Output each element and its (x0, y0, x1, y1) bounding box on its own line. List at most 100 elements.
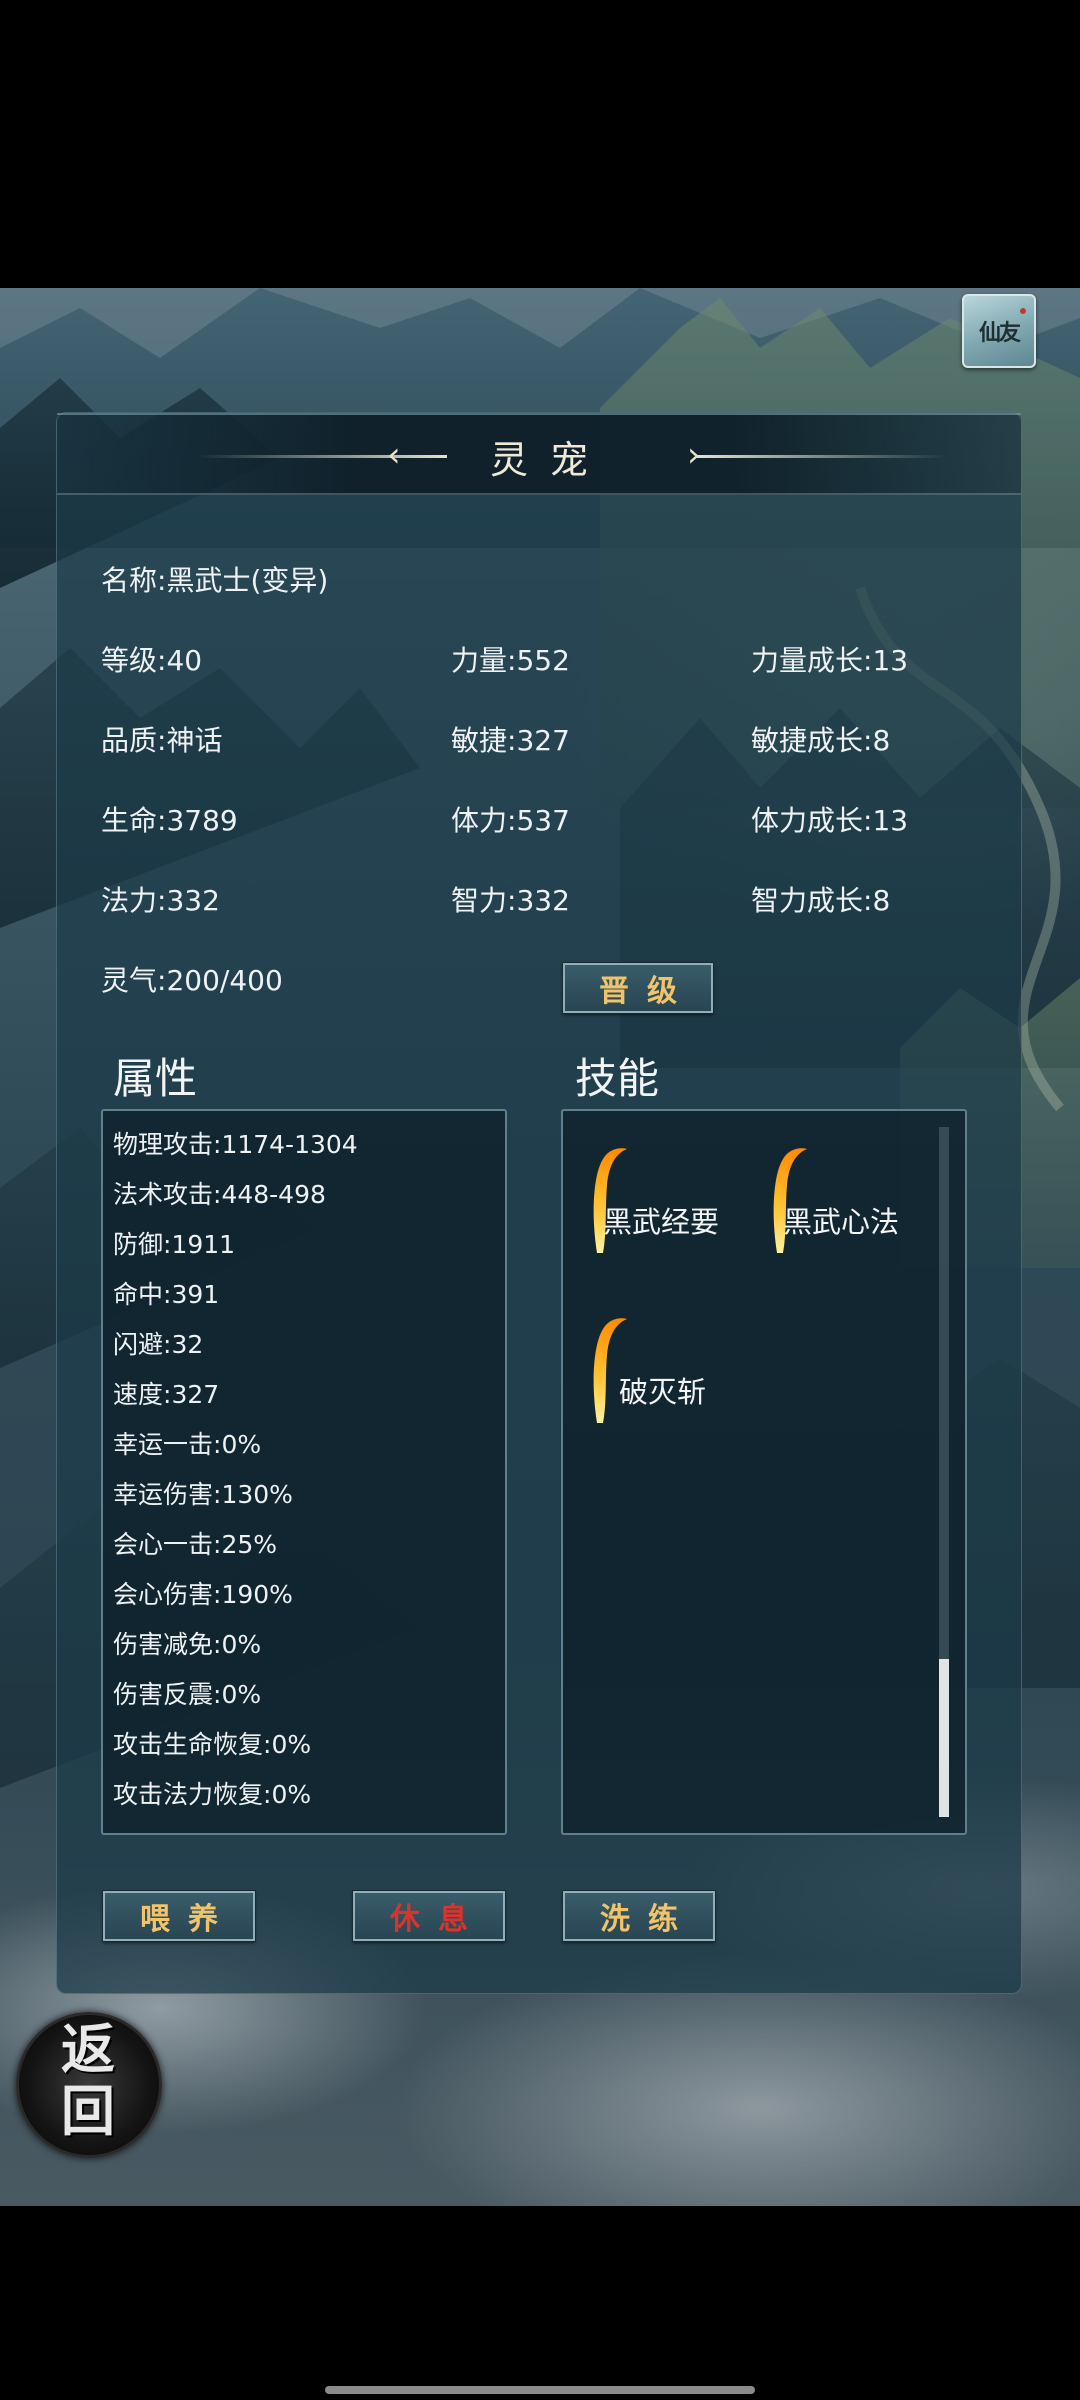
strength-growth-label: 力量成长: (751, 644, 873, 677)
attr-label: 会心一击: (113, 1530, 222, 1559)
stamina-label: 体力: (451, 804, 517, 837)
skill-item[interactable]: 破灭斩 (589, 1315, 759, 1425)
attr-label: 幸运一击: (113, 1430, 222, 1459)
attr-label: 幸运伤害: (113, 1480, 222, 1509)
attr-value: 32 (171, 1330, 204, 1359)
corner-avatar-icon[interactable]: 仙友 (962, 294, 1036, 368)
hp-value: 3789 (166, 804, 238, 837)
mp-label: 法力: (101, 884, 167, 917)
notification-dot (1020, 308, 1026, 314)
strength-value: 552 (516, 644, 570, 677)
skill-item[interactable]: 黑武心法 (769, 1145, 939, 1255)
attr-label: 物理攻击: (113, 1130, 222, 1159)
attr-value: 0% (221, 1630, 262, 1659)
attr-value: 25% (221, 1530, 278, 1559)
attr-label: 闪避: (113, 1330, 172, 1359)
stamina-growth-field: 体力成长:13 (751, 799, 908, 839)
attr-value: 130% (221, 1480, 293, 1509)
attr-value: 0% (221, 1430, 262, 1459)
aura-field: 灵气:200/400 (101, 959, 283, 999)
level-label: 等级: (101, 644, 167, 677)
agility-value: 327 (516, 724, 570, 757)
agility-growth-value: 8 (872, 724, 891, 757)
pet-name-value: 黑武士(变异) (166, 564, 329, 597)
skills-scrollbar-thumb[interactable] (939, 1659, 949, 1817)
attr-row: 命中:391 (113, 1275, 219, 1311)
hp-field: 生命:3789 (101, 799, 238, 839)
quality-field: 品质:神话 (101, 719, 222, 759)
attr-label: 法术攻击: (113, 1180, 222, 1209)
agility-growth-label: 敏捷成长: (751, 724, 873, 757)
attr-value: 0% (221, 1680, 262, 1709)
page-title: 灵宠 (489, 438, 610, 482)
attr-row: 伤害减免:0% (113, 1625, 261, 1661)
bottom-letterbox (0, 2206, 1080, 2400)
skills-list: 黑武经要 黑武心法 破灭斩 (561, 1109, 967, 1835)
attr-label: 命中: (113, 1280, 172, 1309)
hp-label: 生命: (101, 804, 167, 837)
level-value: 40 (166, 644, 203, 677)
pet-panel: ‹ › 灵宠 名称:黑武士(变异) 等级:40 力量:552 力量成长:13 品… (56, 412, 1022, 1994)
attr-label: 攻击生命恢复: (113, 1730, 272, 1759)
mp-value: 332 (166, 884, 220, 917)
attr-value: 190% (221, 1580, 293, 1609)
attr-row: 物理攻击:1174-1304 (113, 1125, 358, 1161)
skill-name: 黑武心法 (783, 1205, 900, 1239)
attributes-heading: 属性 (113, 1054, 198, 1103)
attr-label: 伤害减免: (113, 1630, 222, 1659)
attr-row: 伤害反震:0% (113, 1675, 261, 1711)
mp-field: 法力:332 (101, 879, 220, 919)
back-button[interactable]: 返回 (8, 1996, 168, 2164)
attr-row: 法术攻击:448-498 (113, 1175, 326, 1211)
attr-label: 速度: (113, 1380, 172, 1409)
attr-label: 攻击法力恢复: (113, 1780, 272, 1809)
rest-button[interactable]: 休息 (352, 1890, 506, 1942)
skill-item[interactable]: 黑武经要 (589, 1145, 759, 1255)
attr-row: 攻击法力恢复:0% (113, 1775, 311, 1811)
skill-name: 破灭斩 (619, 1375, 707, 1409)
intellect-growth-value: 8 (872, 884, 891, 917)
agility-growth-field: 敏捷成长:8 (751, 719, 890, 759)
level-field: 等级:40 (101, 639, 202, 679)
attr-label: 防御: (113, 1230, 172, 1259)
attr-row: 速度:327 (113, 1375, 219, 1411)
quality-value: 神话 (166, 724, 223, 757)
quality-label: 品质: (101, 724, 167, 757)
intellect-growth-field: 智力成长:8 (751, 879, 890, 919)
pet-name-label: 名称: (101, 564, 167, 597)
attr-value: 1911 (171, 1230, 236, 1259)
intellect-field: 智力:332 (451, 879, 570, 919)
refine-button[interactable]: 洗练 (562, 1890, 716, 1942)
upgrade-button[interactable]: 晋级 (562, 962, 714, 1014)
aura-label: 灵气: (101, 964, 167, 997)
status-bar-area (0, 0, 1080, 288)
strength-field: 力量:552 (451, 639, 570, 679)
attr-row: 闪避:32 (113, 1325, 203, 1361)
attr-label: 会心伤害: (113, 1580, 222, 1609)
aura-value: 200/400 (166, 964, 283, 997)
attr-value: 0% (271, 1780, 312, 1809)
strength-growth-field: 力量成长:13 (751, 639, 908, 679)
intellect-growth-label: 智力成长: (751, 884, 873, 917)
strength-growth-value: 13 (872, 644, 909, 677)
back-button-label: 返回 (61, 2017, 115, 2143)
home-indicator[interactable] (325, 2386, 755, 2394)
attr-row: 攻击生命恢复:0% (113, 1725, 311, 1761)
skills-heading: 技能 (575, 1054, 660, 1103)
attr-row: 幸运一击:0% (113, 1425, 261, 1461)
attributes-list: 物理攻击:1174-1304 法术攻击:448-498 防御:1911 命中:3… (101, 1109, 507, 1835)
attr-value: 448-498 (221, 1180, 326, 1209)
stamina-field: 体力:537 (451, 799, 570, 839)
stamina-value: 537 (516, 804, 570, 837)
intellect-value: 332 (516, 884, 570, 917)
intellect-label: 智力: (451, 884, 517, 917)
stamina-growth-label: 体力成长: (751, 804, 873, 837)
attr-value: 391 (171, 1280, 220, 1309)
feed-button[interactable]: 喂养 (102, 1890, 256, 1942)
attr-value: 1174-1304 (221, 1130, 358, 1159)
agility-label: 敏捷: (451, 724, 517, 757)
attr-label: 伤害反震: (113, 1680, 222, 1709)
title-bar: ‹ › 灵宠 (57, 413, 1021, 495)
corner-avatar-label: 仙友 (978, 320, 1021, 346)
pet-name-field: 名称:黑武士(变异) (101, 559, 328, 599)
